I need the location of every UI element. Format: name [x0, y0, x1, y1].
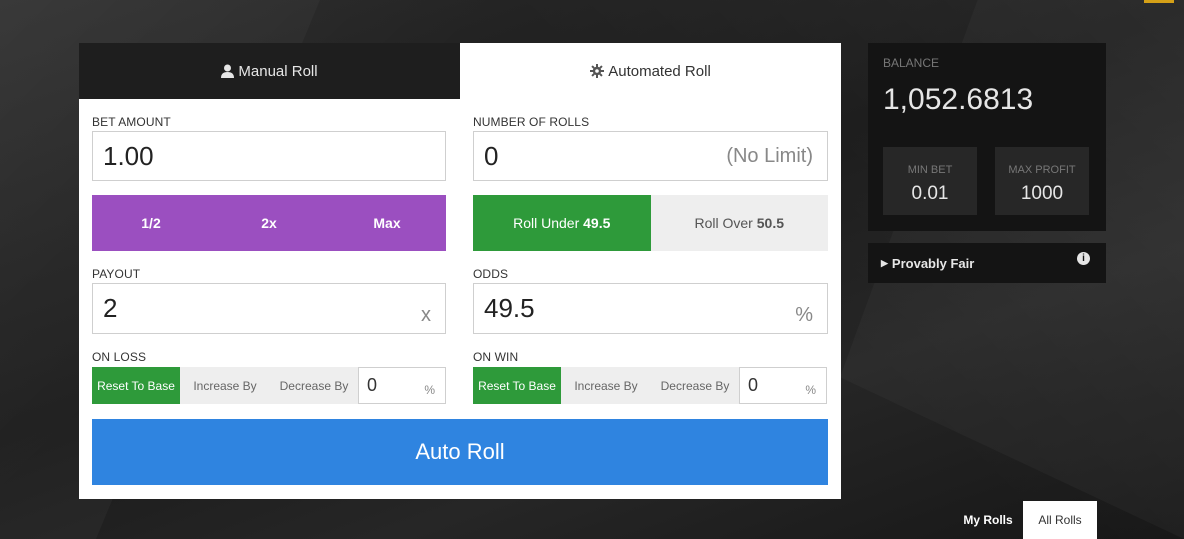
roll-mode-tabs: Manual Roll Automated Roll [79, 43, 841, 99]
caret-right-icon: ▶ [881, 257, 888, 268]
provably-fair-label: Provably Fair [891, 255, 975, 271]
on-loss-reset-button[interactable]: Reset To Base [92, 367, 180, 404]
roll-direction-toggle: Roll Under 49.5 Roll Over 50.5 [473, 195, 828, 251]
bet-modifier-group: 1/2 2x Max [92, 195, 446, 251]
rolls-tabs: My Rolls All Rolls [953, 501, 1097, 539]
roll-over-label: Roll Over [694, 215, 753, 231]
bet-amount-value: 1.00 [103, 140, 154, 171]
min-bet-label: MIN BET [907, 164, 953, 176]
on-win-percent-suffix: % [805, 383, 816, 397]
on-win-strategy: Reset To Base Increase By Decrease By 0 … [473, 367, 827, 404]
user-icon [221, 64, 235, 78]
payout-input[interactable]: 2 x [92, 283, 446, 334]
gear-icon [590, 64, 605, 78]
bet-amount-input[interactable]: 1.00 [92, 131, 446, 181]
on-loss-label: ON LOSS [92, 350, 147, 364]
roll-under-button[interactable]: Roll Under 49.5 [473, 195, 651, 251]
provably-fair-toggle[interactable]: ▶ Provably Fair i [868, 243, 1106, 283]
on-loss-strategy: Reset To Base Increase By Decrease By 0 … [92, 367, 446, 404]
max-profit-box: MAX PROFIT 1000 [995, 147, 1089, 215]
max-profit-label: MAX PROFIT [1008, 164, 1076, 176]
odds-label: ODDS [473, 267, 509, 281]
info-icon[interactable]: i [1077, 252, 1090, 265]
number-of-rolls-input[interactable]: 0 (No Limit) [473, 131, 828, 181]
tab-all-rolls[interactable]: All Rolls [1023, 501, 1097, 539]
on-loss-decrease-button[interactable]: Decrease By [270, 367, 358, 404]
balance-panel: BALANCE 1,052.6813 MIN BET 0.01 MAX PROF… [868, 43, 1106, 231]
balance-value: 1,052.6813 [883, 83, 1034, 116]
roll-over-button[interactable]: Roll Over 50.5 [650, 195, 828, 251]
tab-automated-roll[interactable]: Automated Roll [460, 43, 841, 99]
on-loss-percent-suffix: % [424, 383, 435, 397]
odds-input[interactable]: 49.5 % [473, 283, 828, 334]
tab-manual-roll[interactable]: Manual Roll [79, 43, 460, 99]
tab-manual-roll-label: Manual Roll [238, 62, 318, 80]
on-win-percent-input[interactable]: 0 % [739, 367, 827, 404]
bet-amount-label: BET AMOUNT [92, 115, 171, 129]
odds-suffix: % [795, 304, 813, 326]
number-of-rolls-value: 0 [484, 140, 499, 171]
roll-under-label: Roll Under [513, 215, 580, 231]
on-loss-percent-value: 0 [367, 375, 378, 395]
balance-label: BALANCE [883, 56, 940, 70]
payout-suffix: x [421, 304, 431, 326]
max-bet-button[interactable]: Max [328, 195, 446, 251]
tab-automated-roll-label: Automated Roll [608, 62, 711, 80]
on-win-label: ON WIN [473, 350, 519, 364]
on-win-decrease-button[interactable]: Decrease By [651, 367, 739, 404]
roll-under-value: 49.5 [583, 215, 611, 231]
payout-label: PAYOUT [92, 267, 141, 281]
dice-panel: Manual Roll Automated Roll BET AMOUNT 1.… [79, 43, 841, 499]
top-accent-bar [1144, 0, 1174, 3]
on-win-percent-value: 0 [748, 375, 759, 395]
on-loss-percent-input[interactable]: 0 % [358, 367, 446, 404]
on-win-reset-button[interactable]: Reset To Base [473, 367, 561, 404]
on-loss-increase-button[interactable]: Increase By [180, 367, 270, 404]
double-bet-button[interactable]: 2x [210, 195, 328, 251]
max-profit-value: 1000 [1020, 183, 1064, 204]
on-win-increase-button[interactable]: Increase By [561, 367, 651, 404]
roll-over-value: 50.5 [756, 215, 784, 231]
number-of-rolls-label: NUMBER OF ROLLS [473, 115, 590, 129]
half-bet-button[interactable]: 1/2 [92, 195, 210, 251]
payout-value: 2 [103, 293, 118, 323]
min-bet-box: MIN BET 0.01 [883, 147, 977, 215]
odds-value: 49.5 [484, 293, 535, 323]
number-of-rolls-hint: (No Limit) [726, 144, 813, 167]
auto-roll-button[interactable]: Auto Roll [92, 419, 828, 485]
min-bet-value: 0.01 [911, 183, 949, 204]
tab-my-rolls[interactable]: My Rolls [953, 501, 1023, 539]
